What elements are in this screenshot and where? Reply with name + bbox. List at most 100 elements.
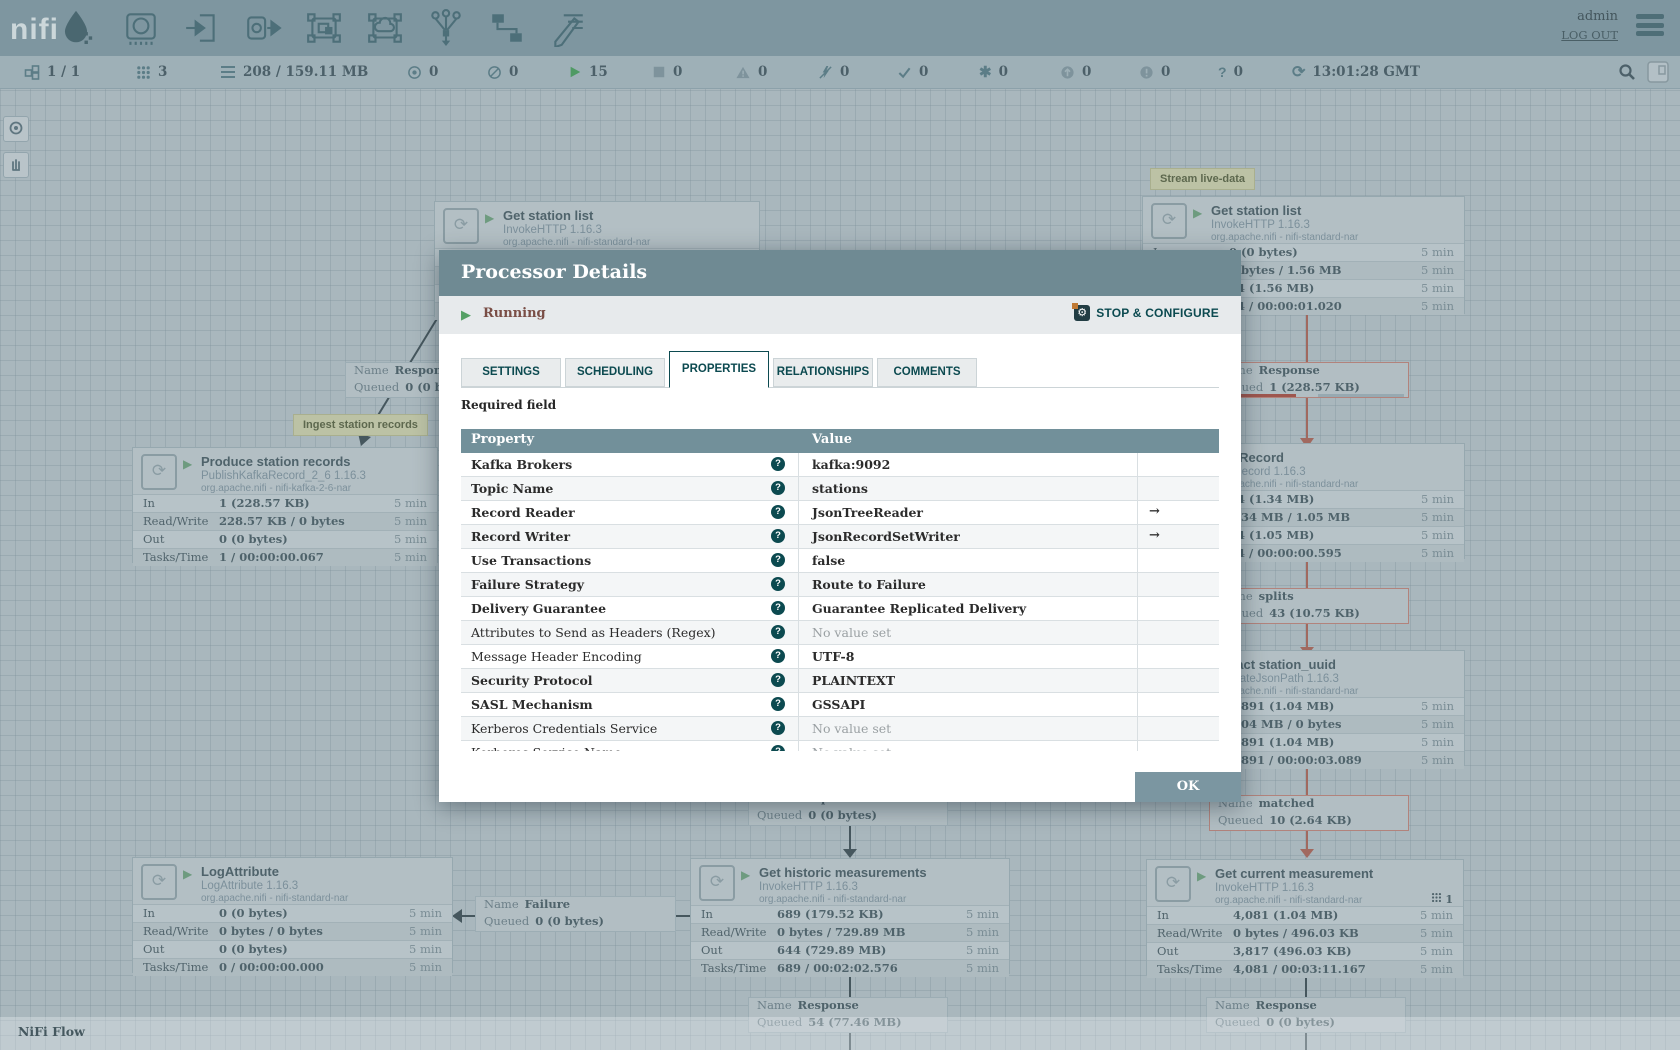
- help-icon[interactable]: ?: [771, 457, 785, 471]
- status-sync-failure: ? 0: [1218, 64, 1243, 80]
- property-row[interactable]: Message Header Encoding? UTF-8: [461, 645, 1219, 669]
- property-row[interactable]: SASL Mechanism? GSSAPI: [461, 693, 1219, 717]
- help-icon[interactable]: ?: [771, 601, 785, 615]
- help-icon[interactable]: ?: [771, 481, 785, 495]
- drag-input-port-icon[interactable]: [183, 9, 221, 47]
- breadcrumb[interactable]: NiFi Flow: [18, 1024, 85, 1039]
- drag-template-icon[interactable]: [488, 9, 526, 47]
- status-running: 15: [568, 56, 608, 88]
- processor-type-icon: ⟳: [699, 865, 735, 901]
- canvas-label[interactable]: Ingest station records: [293, 414, 428, 436]
- stat-value: 0 (0 bytes): [219, 532, 288, 546]
- logout-link[interactable]: LOG OUT: [1561, 28, 1618, 42]
- stat-value: 1.04 MB / 0 bytes: [1229, 717, 1342, 731]
- help-icon[interactable]: ?: [771, 553, 785, 567]
- tab-comments[interactable]: COMMENTS: [877, 358, 977, 387]
- property-row[interactable]: Failure Strategy? Route to Failure: [461, 573, 1219, 597]
- stat-value: 228.57 KB / 0 bytes: [219, 514, 345, 528]
- property-name: Record Reader: [471, 505, 575, 520]
- connection-queued-key: Queued: [757, 808, 803, 822]
- tab-settings[interactable]: SETTINGS: [461, 358, 561, 387]
- status-locally-modified: ✱ 0: [979, 64, 1008, 81]
- processor[interactable]: ⟳ ▶ LogAttribute LogAttribute 1.16.3 org…: [132, 857, 453, 976]
- stat-window: 5 min: [394, 514, 427, 528]
- processor-type: InvokeHTTP 1.16.3: [1211, 219, 1310, 231]
- stop-configure-icon: ⚙: [1072, 303, 1091, 321]
- user-area: admin LOG OUT: [1561, 9, 1618, 42]
- drag-processor-icon[interactable]: [122, 9, 160, 47]
- property-row[interactable]: Record Writer? JsonRecordSetWriter →: [461, 525, 1219, 549]
- question-icon: ?: [1218, 64, 1227, 80]
- stat-window: 5 min: [1421, 281, 1454, 295]
- help-icon[interactable]: ?: [771, 625, 785, 639]
- help-icon[interactable]: ?: [771, 697, 785, 711]
- processor-type-icon: ⟳: [141, 864, 177, 900]
- goto-controller-service-icon[interactable]: →: [1149, 528, 1160, 543]
- stat-value: 0 bytes / 729.89 MB: [777, 925, 906, 939]
- property-row[interactable]: Delivery Guarantee? Guarantee Replicated …: [461, 597, 1219, 621]
- stat-value: 1 / 00:00:00.067: [219, 550, 324, 564]
- ok-button[interactable]: OK: [1135, 772, 1241, 802]
- processor-stats: In 4,081 (1.04 MB) 5 min Read/Write 0 bytes…: [1147, 906, 1463, 978]
- dialog-statusbar: ▶ Running ⚙ STOP & CONFIGURE: [439, 296, 1241, 334]
- stop-and-configure-button[interactable]: ⚙ STOP & CONFIGURE: [1072, 303, 1219, 321]
- tab-scheduling[interactable]: SCHEDULING: [565, 358, 665, 387]
- connection-name-key: Name: [757, 998, 792, 1012]
- stat-window: 5 min: [1421, 492, 1454, 506]
- property-row[interactable]: Record Reader? JsonTreeReader →: [461, 501, 1219, 525]
- drag-label-icon[interactable]: [549, 9, 587, 49]
- status-refresh[interactable]: ⟳ 13:01:28 GMT: [1292, 56, 1420, 88]
- property-row[interactable]: Kerberos Credentials Service? No value se…: [461, 717, 1219, 741]
- drag-funnel-icon[interactable]: [427, 9, 465, 47]
- run-status-icon: ▶: [1197, 869, 1207, 883]
- stat-window: 5 min: [1421, 528, 1454, 542]
- stat-label: Tasks/Time: [1157, 962, 1223, 976]
- help-icon[interactable]: ?: [771, 721, 785, 735]
- locate-component-button[interactable]: [3, 116, 29, 142]
- stat-window: 5 min: [1420, 926, 1453, 940]
- status-bar: 1 / 1 3 208 / 159.11 MB 0 0 15 0 0 0 0 ✱…: [0, 56, 1680, 89]
- drag-remote-process-group-icon[interactable]: [366, 9, 404, 47]
- help-icon[interactable]: ?: [771, 529, 785, 543]
- property-row[interactable]: Kerberos Service Name? No value set: [461, 741, 1219, 751]
- drag-output-port-icon[interactable]: [244, 9, 282, 47]
- processor-title: Get historic measurements: [759, 865, 927, 880]
- help-icon[interactable]: ?: [771, 745, 785, 751]
- drag-process-group-icon[interactable]: [305, 9, 343, 47]
- property-name: Kerberos Credentials Service: [471, 721, 658, 736]
- help-icon[interactable]: ?: [771, 505, 785, 519]
- property-row[interactable]: Attributes to Send as Headers (Regex)? No…: [461, 621, 1219, 645]
- tab-relationships[interactable]: RELATIONSHIPS: [773, 358, 873, 387]
- pan-hand-button[interactable]: [3, 152, 29, 178]
- help-icon[interactable]: ?: [771, 649, 785, 663]
- processor-stats: In 689 (179.52 KB) 5 min Read/Write 0 bytes…: [691, 905, 1009, 977]
- canvas-label[interactable]: Stream live-data: [1150, 168, 1255, 190]
- property-row[interactable]: Topic Name? stations: [461, 477, 1219, 501]
- stat-value: 3,817 (496.03 KB): [1233, 944, 1352, 958]
- property-value: PLAINTEXT: [812, 673, 895, 688]
- processor[interactable]: ⟳ ▶ Produce station records PublishKafka…: [132, 447, 438, 566]
- hand-icon: [12, 159, 20, 171]
- search-button[interactable]: [1618, 56, 1636, 88]
- property-row[interactable]: Security Protocol? PLAINTEXT: [461, 669, 1219, 693]
- cluster-icon: [24, 65, 40, 80]
- goto-controller-service-icon[interactable]: →: [1149, 504, 1160, 519]
- tab-properties[interactable]: PROPERTIES: [669, 351, 769, 388]
- birdseye-toggle-button[interactable]: [1646, 56, 1670, 88]
- processor[interactable]: ⟳ ▶ Get current measurement InvokeHTTP 1…: [1146, 859, 1464, 978]
- help-icon[interactable]: ?: [771, 673, 785, 687]
- property-row[interactable]: Kafka Brokers? kafka:9092: [461, 453, 1219, 477]
- help-icon[interactable]: ?: [771, 577, 785, 591]
- property-row[interactable]: Use Transactions? false: [461, 549, 1219, 573]
- processor-bundle: org.apache.nifi - nifi-standard-nar: [1211, 232, 1359, 243]
- connection-label[interactable]: Name Failure Queued 0 (0 bytes): [475, 896, 676, 932]
- global-menu-button[interactable]: [1636, 14, 1664, 40]
- stat-label: Out: [701, 943, 723, 957]
- connection-name-key: Name: [354, 363, 389, 377]
- processor[interactable]: ⟳ ▶ Get historic measurements InvokeHTTP…: [690, 858, 1010, 977]
- connection-queued-key: Queued: [484, 914, 530, 928]
- dialog-tabs: SETTINGS SCHEDULING PROPERTIES RELATIONS…: [461, 350, 1219, 388]
- threads-icon: [137, 65, 150, 79]
- refresh-icon[interactable]: ⟳: [1292, 62, 1305, 82]
- app-header: nifi admin LOG OUT: [0, 0, 1680, 56]
